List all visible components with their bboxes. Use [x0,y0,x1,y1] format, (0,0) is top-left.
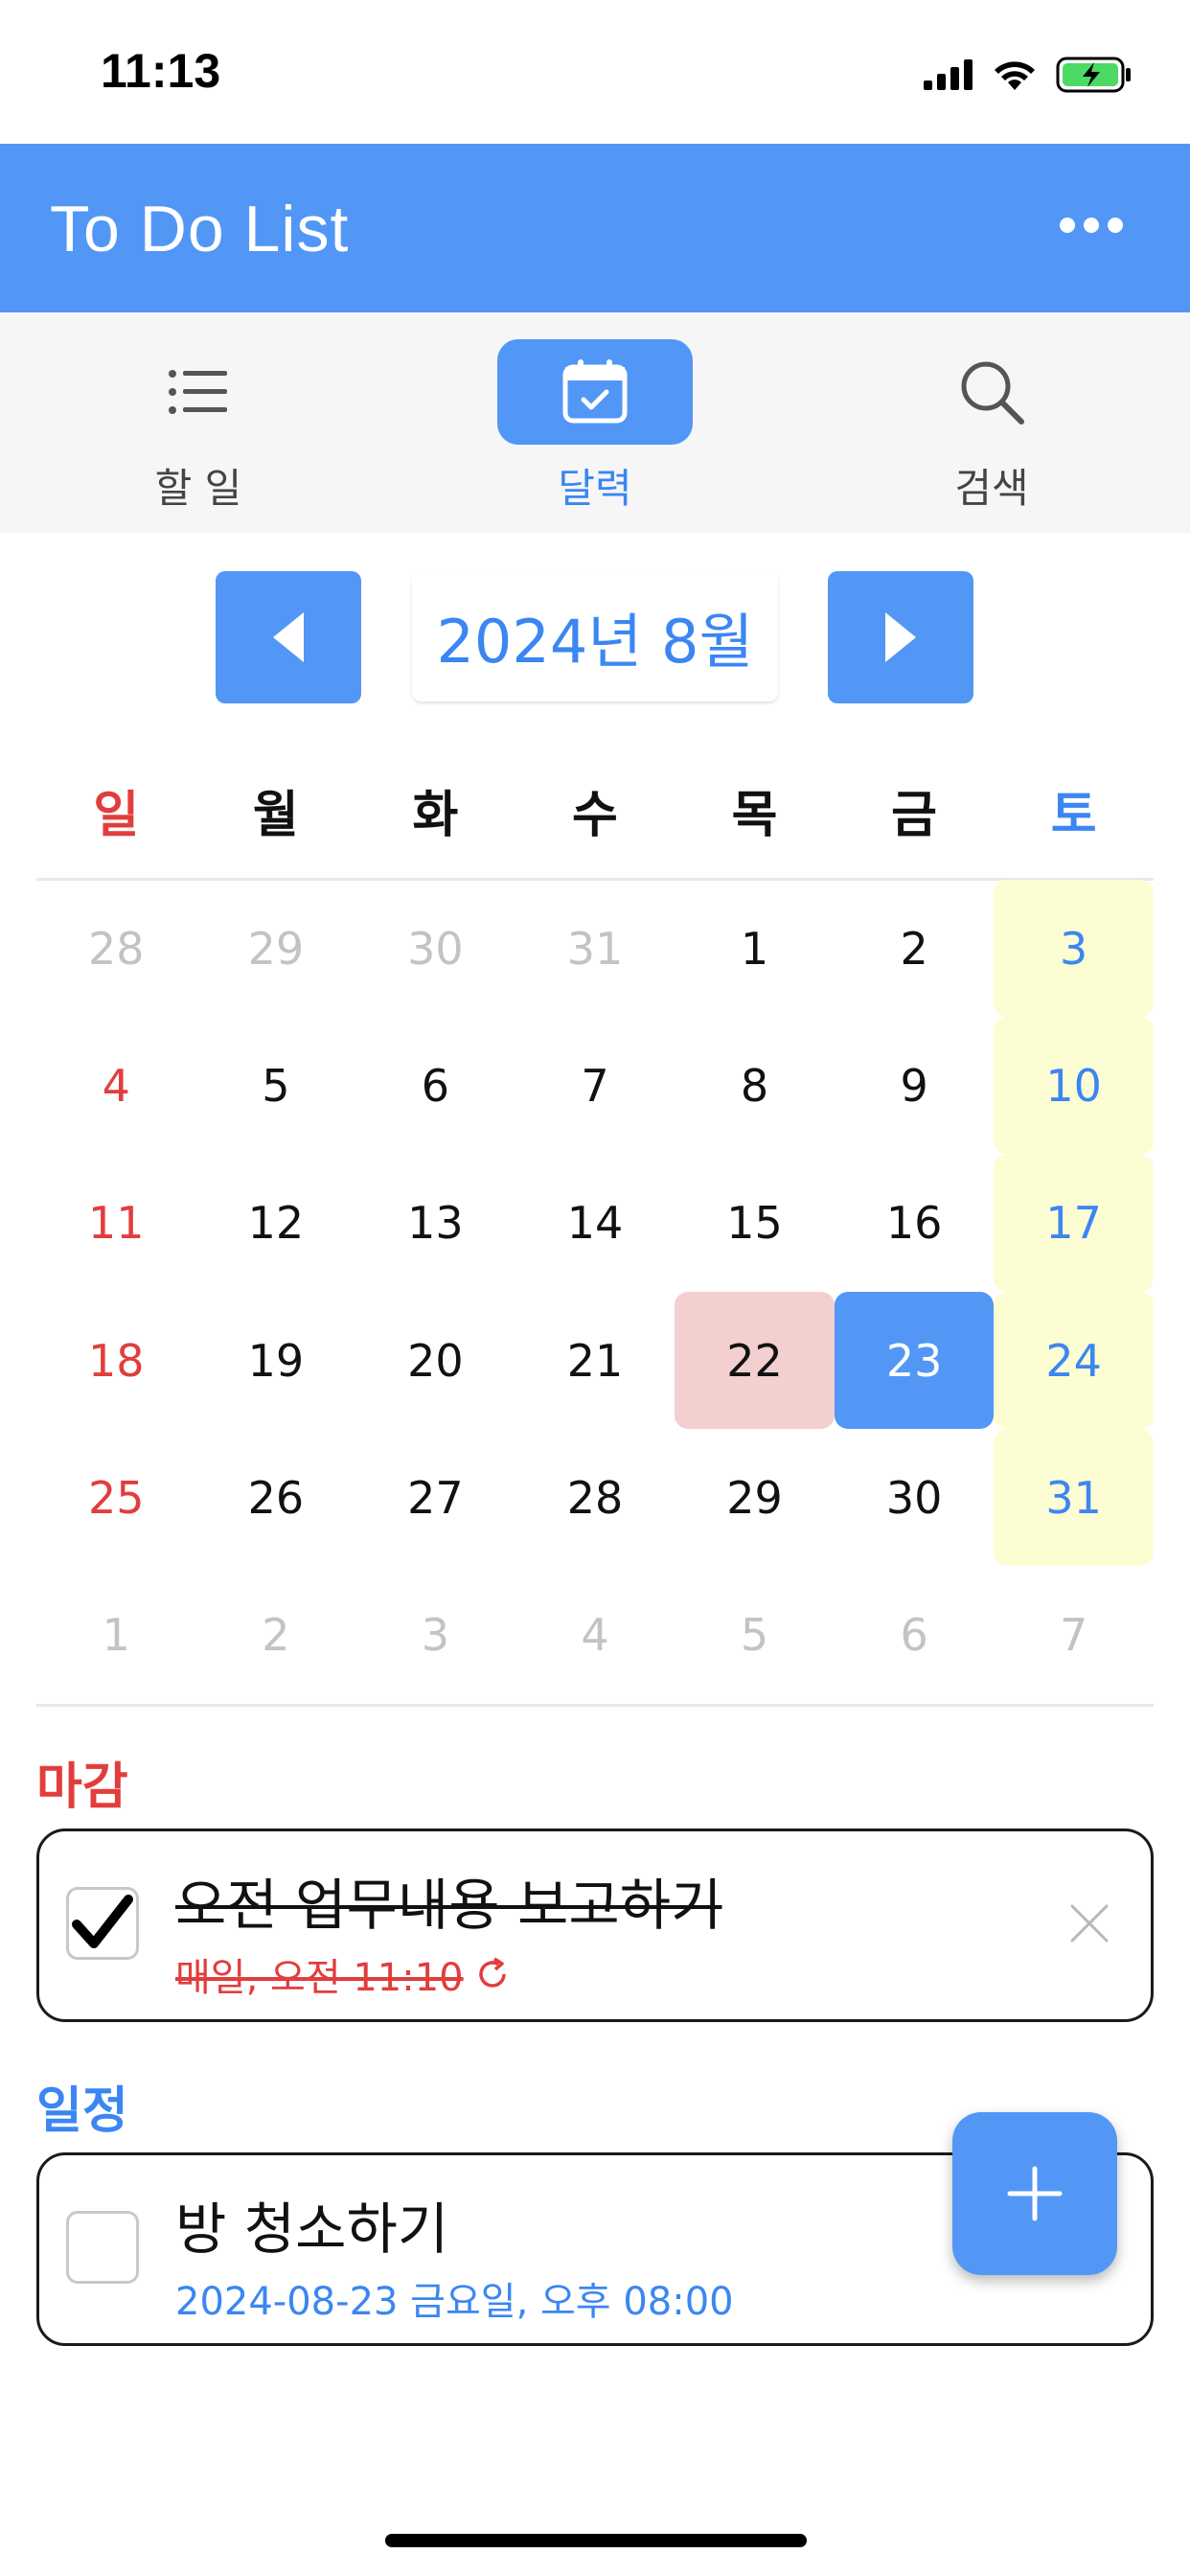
tab-todo[interactable]: 할 일 [0,312,397,533]
calendar-day[interactable]: 31 [994,1429,1154,1567]
app-header: To Do List [0,144,1190,312]
calendar-day[interactable]: 26 [196,1429,356,1566]
more-dots-icon[interactable] [1060,211,1123,240]
status-time: 11:13 [101,44,221,98]
calendar-day[interactable]: 13 [355,1155,515,1292]
calendar-day-outside-month[interactable]: 4 [515,1567,675,1704]
triangle-right-icon [885,612,916,662]
todo-subtitle: 매일, 오전 11:10 [175,1946,512,2002]
calendar-day-outside-month[interactable]: 5 [675,1567,835,1704]
calendar-day[interactable]: 8 [675,1017,835,1154]
close-icon [1070,1904,1109,1943]
calendar-day-outside-month[interactable]: 3 [355,1567,515,1704]
calendar-day[interactable]: 18 [36,1292,196,1429]
calendar-day[interactable]: 3 [994,880,1154,1018]
wifi-icon [995,60,1035,90]
calendar-day-outside-month[interactable]: 30 [355,880,515,1017]
calendar-day[interactable]: 7 [515,1017,675,1154]
status-bar: 11:13 [0,0,1190,144]
calendar-day[interactable]: 10 [994,1017,1154,1155]
calendar-day[interactable]: 29 [675,1429,835,1566]
signal-icon [924,58,973,90]
calendar-day[interactable]: 11 [36,1155,196,1292]
weekday-sat: 토 [1050,787,1097,844]
calendar-day[interactable]: 4 [36,1017,196,1154]
home-indicator [385,2534,807,2547]
todo-checkbox[interactable] [66,2211,139,2284]
calendar-day-outside-month[interactable]: 2 [196,1567,356,1704]
calendar-day[interactable]: 6 [355,1017,515,1154]
weekday-wed: 수 [572,787,618,844]
todo-title: 방 청소하기 [175,2196,449,2262]
plus-icon [1007,2166,1063,2221]
calendar-day[interactable]: 17 [994,1154,1154,1292]
section-schedule-label: 일정 [36,2082,128,2140]
next-month-button[interactable] [828,571,973,703]
calendar-day[interactable]: 9 [835,1017,995,1154]
calendar-day[interactable]: 14 [515,1155,675,1292]
calendar-day[interactable]: 1 [675,880,835,1017]
todo-card-deadline[interactable]: 오전 업무내용 보고하기 매일, 오전 11:10 [36,1828,1154,2022]
todo-title: 오전 업무내용 보고하기 [175,1873,722,1938]
calendar-day[interactable]: 28 [515,1429,675,1566]
calendar-day-outside-month[interactable]: 31 [515,880,675,1017]
weekday-header: 일 월 화 수 목 금 토 [36,774,1154,851]
prev-month-button[interactable] [216,571,361,703]
section-deadline-label: 마감 [36,1759,128,1816]
todo-subtitle-text: 매일, 오전 11:10 [175,1956,464,2000]
calendar-bottom-divider [36,1704,1154,1707]
status-icons [924,53,1133,96]
checkmark-icon [72,1895,133,1948]
tab-calendar[interactable]: 달력 [397,312,793,533]
tab-calendar-label: 달력 [558,465,632,512]
tab-search[interactable]: 검색 [793,312,1190,533]
todo-subtitle: 2024-08-23 금요일, 오후 08:00 [175,2270,734,2326]
repeat-icon [478,1957,506,1988]
calendar-day[interactable]: 12 [196,1155,356,1292]
calendar-day[interactable]: 25 [36,1429,196,1566]
month-navigation: 2024년 8월 [0,571,1190,705]
add-todo-button[interactable] [952,2112,1117,2275]
weekday-mon: 월 [252,787,299,844]
list-icon [101,339,296,445]
weekday-sun: 일 [93,787,140,844]
calendar-day[interactable]: 2 [835,880,995,1017]
battery-charging-icon [1056,57,1131,92]
todo-subtitle-text: 2024-08-23 금요일, 오후 08:00 [175,2280,734,2324]
tab-bar: 할 일 달력 검색 [0,312,1190,533]
calendar-day-outside-month[interactable]: 6 [835,1567,995,1704]
todo-checkbox-checked[interactable] [66,1887,139,1960]
calendar-day-outside-month[interactable]: 28 [36,880,196,1017]
calendar-day[interactable]: 15 [675,1155,835,1292]
app-title: To Do List [50,193,350,265]
calendar-day[interactable]: 20 [355,1292,515,1429]
calendar-day[interactable]: 19 [196,1292,356,1429]
calendar-day[interactable]: 16 [835,1155,995,1292]
weekday-fri: 금 [891,787,938,844]
delete-button[interactable] [1066,1900,1112,1946]
calendar-day[interactable]: 27 [355,1429,515,1566]
calendar-day[interactable]: 22 [675,1291,835,1430]
search-icon [894,339,1089,445]
calendar-day[interactable]: 24 [994,1291,1154,1430]
calendar-day[interactable]: 23 [834,1291,995,1430]
calendar-day[interactable]: 21 [515,1292,675,1429]
weekday-tue: 화 [412,787,459,844]
month-label: 2024년 8월 [412,571,778,702]
weekday-thu: 목 [731,787,778,844]
triangle-left-icon [273,612,304,662]
calendar-day[interactable]: 30 [835,1429,995,1566]
calendar-check-icon [497,339,693,445]
calendar-day-outside-month[interactable]: 1 [36,1567,196,1704]
tab-search-label: 검색 [954,465,1029,512]
calendar-day-outside-month[interactable]: 29 [196,880,356,1017]
tab-todo-label: 할 일 [154,465,242,512]
calendar-day[interactable]: 5 [196,1017,356,1154]
calendar-day-outside-month[interactable]: 7 [994,1567,1154,1704]
